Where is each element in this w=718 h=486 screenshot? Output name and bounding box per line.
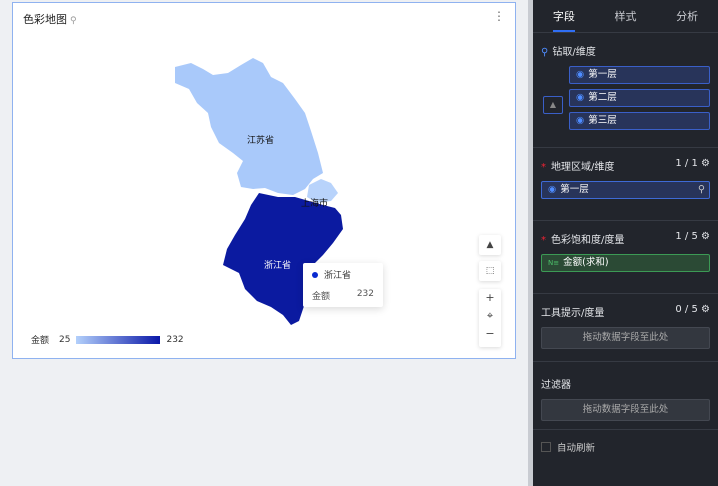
location-pin-icon: ◉ <box>576 115 585 126</box>
geo-field[interactable]: ◉ 第一层 ⚲ <box>541 181 710 199</box>
drill-icon: ⚲ <box>541 47 549 58</box>
location-pin-icon: ◉ <box>548 184 557 195</box>
series-dot-icon <box>312 272 318 278</box>
map-canvas[interactable] <box>13 3 517 360</box>
tab-style[interactable]: 样式 <box>595 0 657 32</box>
legend-gradient[interactable] <box>76 335 161 344</box>
gear-icon[interactable]: ⚙ <box>701 231 710 242</box>
number-type-icon: N≡ <box>548 259 560 267</box>
map-card: 色彩地图 ⚲ ⋮ 江苏省 上海市 浙江省 浙江省 金额 232 ▲ ⬚ + ⌖ − … <box>12 2 516 359</box>
label-jiangsu: 江苏省 <box>247 136 275 146</box>
filter-drop-zone[interactable]: 拖动数据字段至此处 <box>541 399 710 421</box>
zoom-out-button[interactable]: − <box>479 325 501 343</box>
drill-level-2[interactable]: ◉ 第二层 <box>569 89 710 107</box>
warning-button[interactable]: ▲ <box>479 235 501 255</box>
drill-up-button[interactable]: ▲ <box>543 96 563 114</box>
gear-icon[interactable]: ⚙ <box>701 158 710 169</box>
tooltip: 浙江省 金额 232 <box>303 263 383 307</box>
location-pin-icon: ◉ <box>576 92 585 103</box>
location-pin-icon: ◉ <box>576 69 585 80</box>
zoom-controls: + ⌖ − <box>479 289 501 347</box>
label-zhejiang: 浙江省 <box>264 261 292 271</box>
config-panel: 字段 样式 分析 ⚲ 钻取/维度 ▲ ◉ 第一层 ◉ 第二层 ◉ 第三层 * 地理区域/维… <box>533 0 718 486</box>
drill-icon[interactable]: ⚲ <box>698 182 705 198</box>
region-jiangsu[interactable] <box>175 58 323 195</box>
auto-refresh-checkbox[interactable] <box>541 442 551 452</box>
drill-level-1[interactable]: ◉ 第一层 <box>569 66 710 84</box>
box-select-button[interactable]: ⬚ <box>479 261 501 281</box>
color-legend: 金额 25 232 <box>31 334 184 347</box>
tab-fields[interactable]: 字段 <box>533 0 595 32</box>
zoom-in-button[interactable]: + <box>479 289 501 307</box>
drill-level-3[interactable]: ◉ 第三层 <box>569 112 710 130</box>
tab-analysis[interactable]: 分析 <box>656 0 718 32</box>
gear-icon[interactable]: ⚙ <box>701 304 710 315</box>
measure-field[interactable]: N≡ 金额(求和) <box>541 254 710 272</box>
label-shanghai: 上海市 <box>301 199 329 209</box>
locate-button[interactable]: ⌖ <box>479 307 501 325</box>
tooltip-drop-zone[interactable]: 拖动数据字段至此处 <box>541 327 710 349</box>
